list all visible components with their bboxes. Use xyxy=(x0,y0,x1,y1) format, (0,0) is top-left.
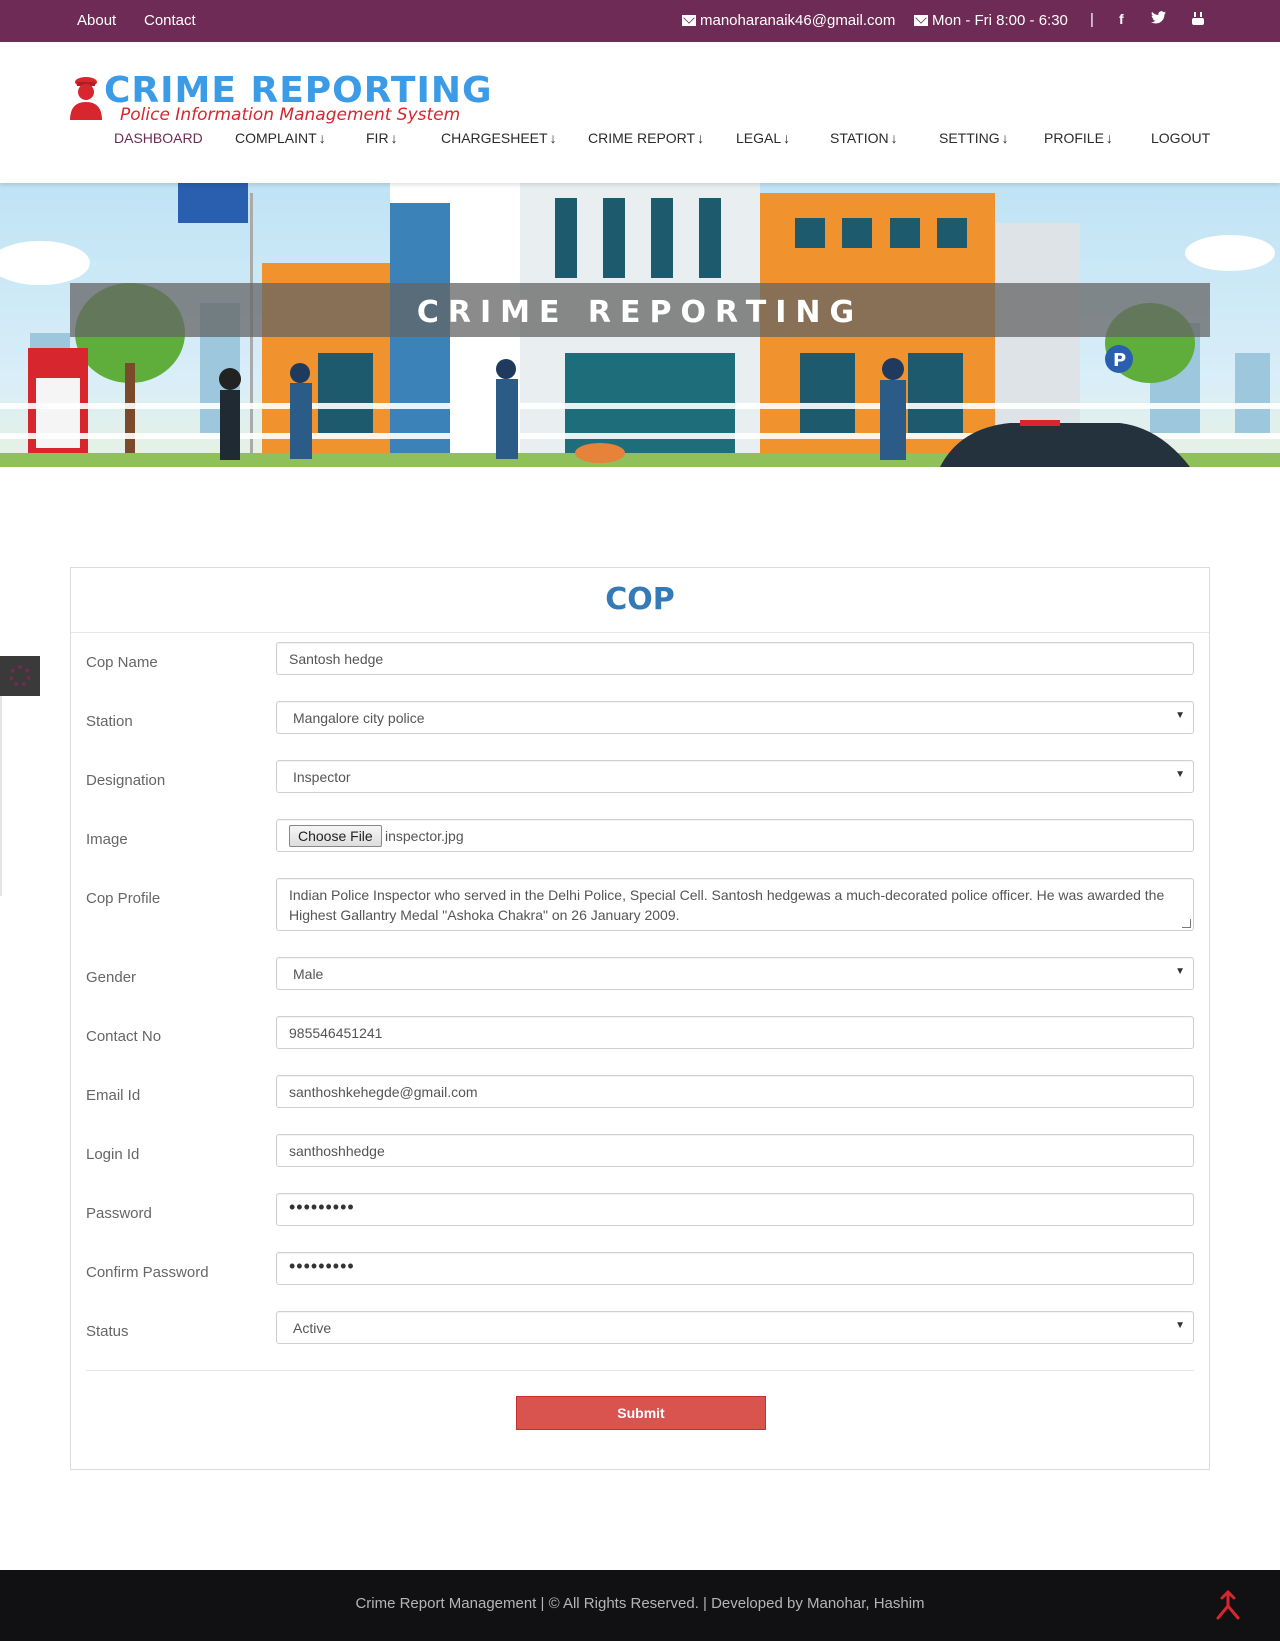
logo-subtitle: Police Information Management System xyxy=(120,105,461,125)
banner-title-bar: CRIME REPORTING xyxy=(70,283,1210,337)
cop-name-input[interactable]: Santosh hedge xyxy=(276,642,1194,675)
hero-banner: P CRIME REPORTING xyxy=(0,183,1280,467)
login-id-input[interactable]: santhoshhedge xyxy=(276,1134,1194,1167)
gear-icon xyxy=(9,665,31,687)
site-header: CRIME REPORTING Police Information Manag… xyxy=(0,42,1280,183)
settings-side-tab[interactable] xyxy=(0,656,40,696)
contact-input[interactable]: 985546451241 xyxy=(276,1016,1194,1049)
svg-text:P: P xyxy=(1113,350,1126,371)
submit-button[interactable]: Submit xyxy=(516,1396,766,1430)
about-link[interactable]: About xyxy=(77,12,116,29)
side-panel-edge xyxy=(0,696,2,896)
cop-name-label: Cop Name xyxy=(86,654,158,671)
arrow-down-icon: ↓ xyxy=(1105,130,1113,146)
designation-select[interactable]: Inspector ▼ xyxy=(276,760,1194,793)
nav-complaint[interactable]: COMPLAINT ↓ xyxy=(235,130,326,146)
cop-profile-label: Cop Profile xyxy=(86,890,161,907)
dropdown-arrow-icon: ▼ xyxy=(1175,710,1185,721)
nav-logout[interactable]: LOGOUT xyxy=(1151,130,1210,146)
contact-link[interactable]: Contact xyxy=(144,12,196,29)
choose-file-button[interactable]: Choose File xyxy=(289,825,382,847)
nav-dashboard[interactable]: DASHBOARD xyxy=(114,130,203,146)
designation-selected: Inspector xyxy=(293,769,351,785)
confirm-password-input[interactable]: ••••••••• xyxy=(276,1252,1194,1285)
login-id-label: Login Id xyxy=(86,1146,140,1163)
gender-select[interactable]: Male ▼ xyxy=(276,957,1194,990)
arrow-down-icon: ↓ xyxy=(549,130,557,146)
status-label: Status xyxy=(86,1323,129,1340)
cop-profile-textarea[interactable]: Indian Police Inspector who served in th… xyxy=(276,878,1194,931)
arrow-down-icon: ↓ xyxy=(890,130,898,146)
arrow-down-icon: ↓ xyxy=(697,130,705,146)
envelope-icon xyxy=(914,15,928,26)
hours-info: Mon - Fri 8:00 - 6:30 xyxy=(914,12,1068,29)
email-label: Email Id xyxy=(86,1087,141,1104)
arrow-down-icon: ↓ xyxy=(1001,130,1009,146)
nav-setting[interactable]: SETTING ↓ xyxy=(939,130,1009,146)
separator: | xyxy=(1090,11,1094,28)
footer-text: Crime Report Management | © All Rights R… xyxy=(355,1595,925,1612)
cop-form-panel: COP Cop Name Santosh hedge Station Manga… xyxy=(70,567,1210,1470)
station-select[interactable]: Mangalore city police ▼ xyxy=(276,701,1194,734)
password-label: Password xyxy=(86,1205,152,1222)
main-nav: DASHBOARD COMPLAINT ↓ FIR ↓ CHARGESHEET ↓ C… xyxy=(0,130,1280,154)
arrow-down-icon: ↓ xyxy=(318,130,326,146)
police-officer-icon xyxy=(70,77,102,120)
nav-legal[interactable]: LEGAL ↓ xyxy=(736,130,790,146)
arrow-down-icon: ↓ xyxy=(390,130,398,146)
dropdown-arrow-icon: ▼ xyxy=(1175,1320,1185,1331)
facebook-icon[interactable]: f xyxy=(1119,11,1124,27)
gender-label: Gender xyxy=(86,969,137,986)
form-divider xyxy=(86,1370,1194,1371)
password-input[interactable]: ••••••••• xyxy=(276,1193,1194,1226)
nav-station[interactable]: STATION ↓ xyxy=(830,130,898,146)
status-selected: Active xyxy=(293,1320,332,1336)
banner-title: CRIME REPORTING xyxy=(416,295,864,330)
top-bar: About Contact manoharanaik46@gmail.com M… xyxy=(0,0,1280,42)
confirm-password-label: Confirm Password xyxy=(86,1264,209,1281)
cop-profile-text: Indian Police Inspector who served in th… xyxy=(289,887,1165,923)
email-input[interactable]: santhoshkehegde@gmail.com xyxy=(276,1075,1194,1108)
nav-fir[interactable]: FIR ↓ xyxy=(366,130,398,146)
resize-handle[interactable] xyxy=(1182,919,1191,928)
panel-heading: COP xyxy=(71,568,1209,633)
youtube-icon[interactable] xyxy=(1191,11,1205,29)
hours-text: Mon - Fri 8:00 - 6:30 xyxy=(932,12,1068,29)
station-selected: Mangalore city police xyxy=(293,710,425,726)
gender-selected: Male xyxy=(293,966,324,982)
email-text: manoharanaik46@gmail.com xyxy=(700,12,896,29)
contact-label: Contact No xyxy=(86,1028,162,1045)
site-footer: Crime Report Management | © All Rights R… xyxy=(0,1570,1280,1641)
arrow-down-icon: ↓ xyxy=(783,130,791,146)
image-label: Image xyxy=(86,831,128,848)
form-title: COP xyxy=(605,582,675,617)
nav-profile[interactable]: PROFILE ↓ xyxy=(1044,130,1113,146)
nav-crime-report[interactable]: CRIME REPORT ↓ xyxy=(588,130,704,146)
email-info: manoharanaik46@gmail.com xyxy=(682,12,895,29)
twitter-icon[interactable] xyxy=(1151,11,1166,27)
designation-label: Designation xyxy=(86,772,166,789)
file-name: inspector.jpg xyxy=(385,828,464,844)
station-label: Station xyxy=(86,713,133,730)
envelope-icon xyxy=(682,15,696,26)
dropdown-arrow-icon: ▼ xyxy=(1175,769,1185,780)
status-select[interactable]: Active ▼ xyxy=(276,1311,1194,1344)
image-file-input: Choose File inspector.jpg xyxy=(276,819,1194,852)
nav-chargesheet[interactable]: CHARGESHEET ↓ xyxy=(441,130,557,146)
dropdown-arrow-icon: ▼ xyxy=(1175,966,1185,977)
scroll-to-top-icon[interactable] xyxy=(1212,1588,1244,1622)
